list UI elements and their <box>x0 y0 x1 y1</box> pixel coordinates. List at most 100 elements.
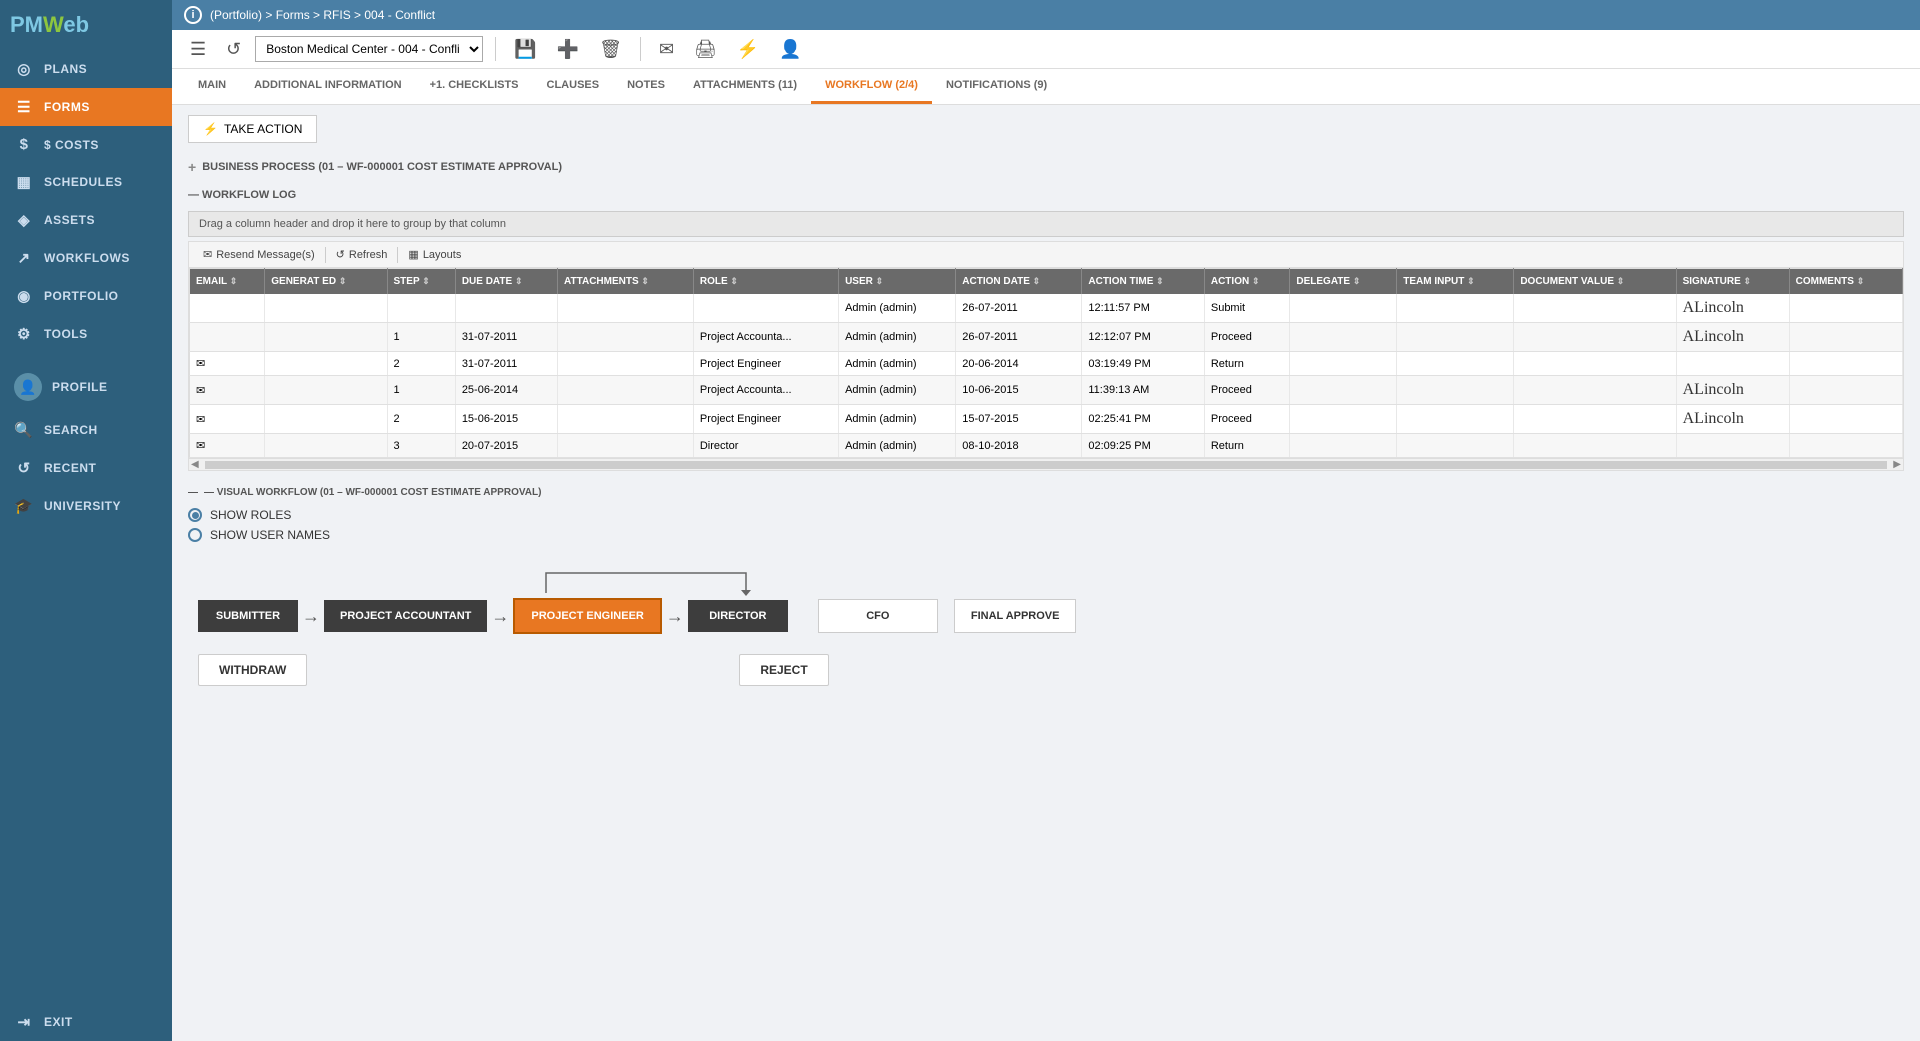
main-flow-row: SUBMITTER → PROJECT ACCOUNTANT → PROJECT… <box>198 598 1076 634</box>
sidebar-item-label: SCHEDULES <box>44 175 123 189</box>
col-due-date[interactable]: DUE DATE ⇕ <box>455 269 557 295</box>
print-button[interactable]: 🖨 <box>688 37 723 62</box>
table-row: ✉231-07-2011Project EngineerAdmin (admin… <box>190 352 1903 376</box>
sidebar-item-university[interactable]: 🎓 UNIVERSITY <box>0 487 172 525</box>
visual-workflow-section: — — VISUAL WORKFLOW (01 – WF-000001 COST… <box>188 487 1904 706</box>
table-cell <box>1514 294 1676 323</box>
sidebar-item-forms[interactable]: ☰ FORMS <box>0 88 172 126</box>
sidebar-item-search[interactable]: 🔍 SEARCH <box>0 411 172 449</box>
sidebar-item-costs[interactable]: $ $ COSTS <box>0 126 172 163</box>
refresh-label: Refresh <box>349 249 388 261</box>
table-cell: 02:09:25 PM <box>1082 434 1204 458</box>
table-cell <box>1514 352 1676 376</box>
workflow-log-label: — WORKFLOW LOG <box>188 189 296 201</box>
diagram-top-area: SUBMITTER → PROJECT ACCOUNTANT → PROJECT… <box>198 568 1904 686</box>
table-row: Admin (admin)26-07-201112:11:57 PMSubmit… <box>190 294 1903 323</box>
menu-button[interactable]: ☰ <box>184 37 212 62</box>
table-cell: 1 <box>387 376 455 405</box>
col-comments[interactable]: COMMENTS ⇕ <box>1789 269 1902 295</box>
breadcrumb-portfolio-link[interactable]: (Portfolio) <box>210 8 262 22</box>
tab-notifications[interactable]: NOTIFICATIONS (9) <box>932 69 1061 104</box>
workflow-table-container[interactable]: EMAIL ⇕ GENERAT ED ⇕ STEP ⇕ DUE DATE ⇕ A… <box>188 267 1904 459</box>
sidebar-item-tools[interactable]: ⚙ TOOLS <box>0 315 172 353</box>
sidebar-item-schedules[interactable]: ▦ SCHEDULES <box>0 163 172 201</box>
undo-button[interactable]: ↺ <box>220 37 247 62</box>
table-cell: 15-06-2015 <box>455 405 557 434</box>
business-process-header[interactable]: + BUSINESS PROCESS (01 – WF-000001 Cost … <box>188 159 1904 175</box>
action-button[interactable]: ⚡ <box>731 37 765 62</box>
table-cell: Return <box>1204 434 1290 458</box>
topbar: i (Portfolio) > Forms > RFIS > 004 - Con… <box>172 0 1920 30</box>
tab-additional[interactable]: ADDITIONAL INFORMATION <box>240 69 415 104</box>
tab-clauses[interactable]: CLAUSES <box>533 69 614 104</box>
sidebar: PMWeb ◎ PLANS ☰ FORMS $ $ COSTS ▦ SCHEDU… <box>0 0 172 1041</box>
outlined-nodes: CFO FINAL APPROVE <box>818 599 1077 633</box>
col-action[interactable]: ACTION ⇕ <box>1204 269 1290 295</box>
layouts-label: Layouts <box>423 249 462 261</box>
info-icon[interactable]: i <box>184 6 202 24</box>
delete-button[interactable]: 🗑 <box>593 37 628 62</box>
forms-icon: ☰ <box>14 98 34 116</box>
user-button[interactable]: 👤 <box>773 37 807 62</box>
bottom-action-buttons: WITHDRAW REJECT <box>198 654 829 686</box>
scroll-left-arrow[interactable]: ◀ <box>189 459 201 470</box>
save-button[interactable]: 💾 <box>508 37 542 62</box>
col-role[interactable]: ROLE ⇕ <box>693 269 838 295</box>
reject-button[interactable]: REJECT <box>739 654 828 686</box>
col-signature[interactable]: SIGNATURE ⇕ <box>1676 269 1789 295</box>
wf-final-approve: FINAL APPROVE <box>954 599 1077 633</box>
email-button[interactable]: ✉ <box>653 37 680 62</box>
project-select[interactable]: Boston Medical Center - 004 - Confli <box>255 36 483 62</box>
col-generated[interactable]: GENERAT ED ⇕ <box>265 269 387 295</box>
tab-notes[interactable]: NOTES <box>613 69 679 104</box>
table-cell <box>1290 405 1397 434</box>
sidebar-item-recent[interactable]: ↺ RECENT <box>0 449 172 487</box>
table-cell: Director <box>693 434 838 458</box>
sidebar-item-profile[interactable]: 👤 PROFILE <box>0 363 172 411</box>
scroll-right-arrow[interactable]: ▶ <box>1891 459 1903 470</box>
table-cell <box>693 294 838 323</box>
table-row: ✉320-07-2015DirectorAdmin (admin)08-10-2… <box>190 434 1903 458</box>
log-toolbar: ✉ Resend Message(s) ↺ Refresh ▦ Layouts <box>188 241 1904 267</box>
table-cell: 31-07-2011 <box>455 352 557 376</box>
tab-checklists[interactable]: +1. CHECKLISTS <box>416 69 533 104</box>
radio-users[interactable]: SHOW USER NAMES <box>188 528 1904 542</box>
sidebar-item-label: PORTFOLIO <box>44 289 119 303</box>
col-email[interactable]: EMAIL ⇕ <box>190 269 265 295</box>
layouts-button[interactable]: ▦ Layouts <box>402 246 467 263</box>
col-action-date[interactable]: ACTION DATE ⇕ <box>956 269 1082 295</box>
workflows-icon: ↗ <box>14 249 34 267</box>
assets-icon: ◈ <box>14 211 34 229</box>
tab-main[interactable]: MAIN <box>184 69 240 104</box>
sidebar-item-portfolio[interactable]: ◉ PORTFOLIO <box>0 277 172 315</box>
tab-attachments[interactable]: ATTACHMENTS (11) <box>679 69 811 104</box>
table-cell: Submit <box>1204 294 1290 323</box>
sidebar-item-assets[interactable]: ◈ ASSETS <box>0 201 172 239</box>
table-cell: 11:39:13 AM <box>1082 376 1204 405</box>
table-scroll-bar[interactable]: ◀ ▶ <box>188 459 1904 471</box>
col-team-input[interactable]: TEAM INPUT ⇕ <box>1397 269 1514 295</box>
col-action-time[interactable]: ACTION TIME ⇕ <box>1082 269 1204 295</box>
tab-workflow[interactable]: WORKFLOW (2/4) <box>811 69 932 104</box>
col-user[interactable]: USER ⇕ <box>839 269 956 295</box>
table-cell <box>1290 434 1397 458</box>
table-cell: 20-07-2015 <box>455 434 557 458</box>
sidebar-item-label: FORMS <box>44 100 90 114</box>
table-cell: Return <box>1204 352 1290 376</box>
take-action-button[interactable]: ⚡ TAKE ACTION <box>188 115 317 143</box>
withdraw-button[interactable]: WITHDRAW <box>198 654 307 686</box>
col-step[interactable]: STEP ⇕ <box>387 269 455 295</box>
col-document-value[interactable]: DOCUMENT VALUE ⇕ <box>1514 269 1676 295</box>
table-cell: 20-06-2014 <box>956 352 1082 376</box>
sidebar-item-plans[interactable]: ◎ PLANS <box>0 50 172 88</box>
table-cell: 12:11:57 PM <box>1082 294 1204 323</box>
resend-button[interactable]: ✉ Resend Message(s) <box>197 246 321 263</box>
add-button[interactable]: ➕ <box>551 37 585 62</box>
col-attachments[interactable]: ATTACHMENTS ⇕ <box>558 269 694 295</box>
col-delegate[interactable]: DELEGATE ⇕ <box>1290 269 1397 295</box>
sidebar-item-workflows[interactable]: ↗ WORKFLOWS <box>0 239 172 277</box>
refresh-button[interactable]: ↺ Refresh <box>330 246 394 263</box>
sidebar-item-exit[interactable]: ⇥ EXIT <box>0 1003 172 1041</box>
table-cell <box>190 294 265 323</box>
radio-roles[interactable]: SHOW ROLES <box>188 508 1904 522</box>
